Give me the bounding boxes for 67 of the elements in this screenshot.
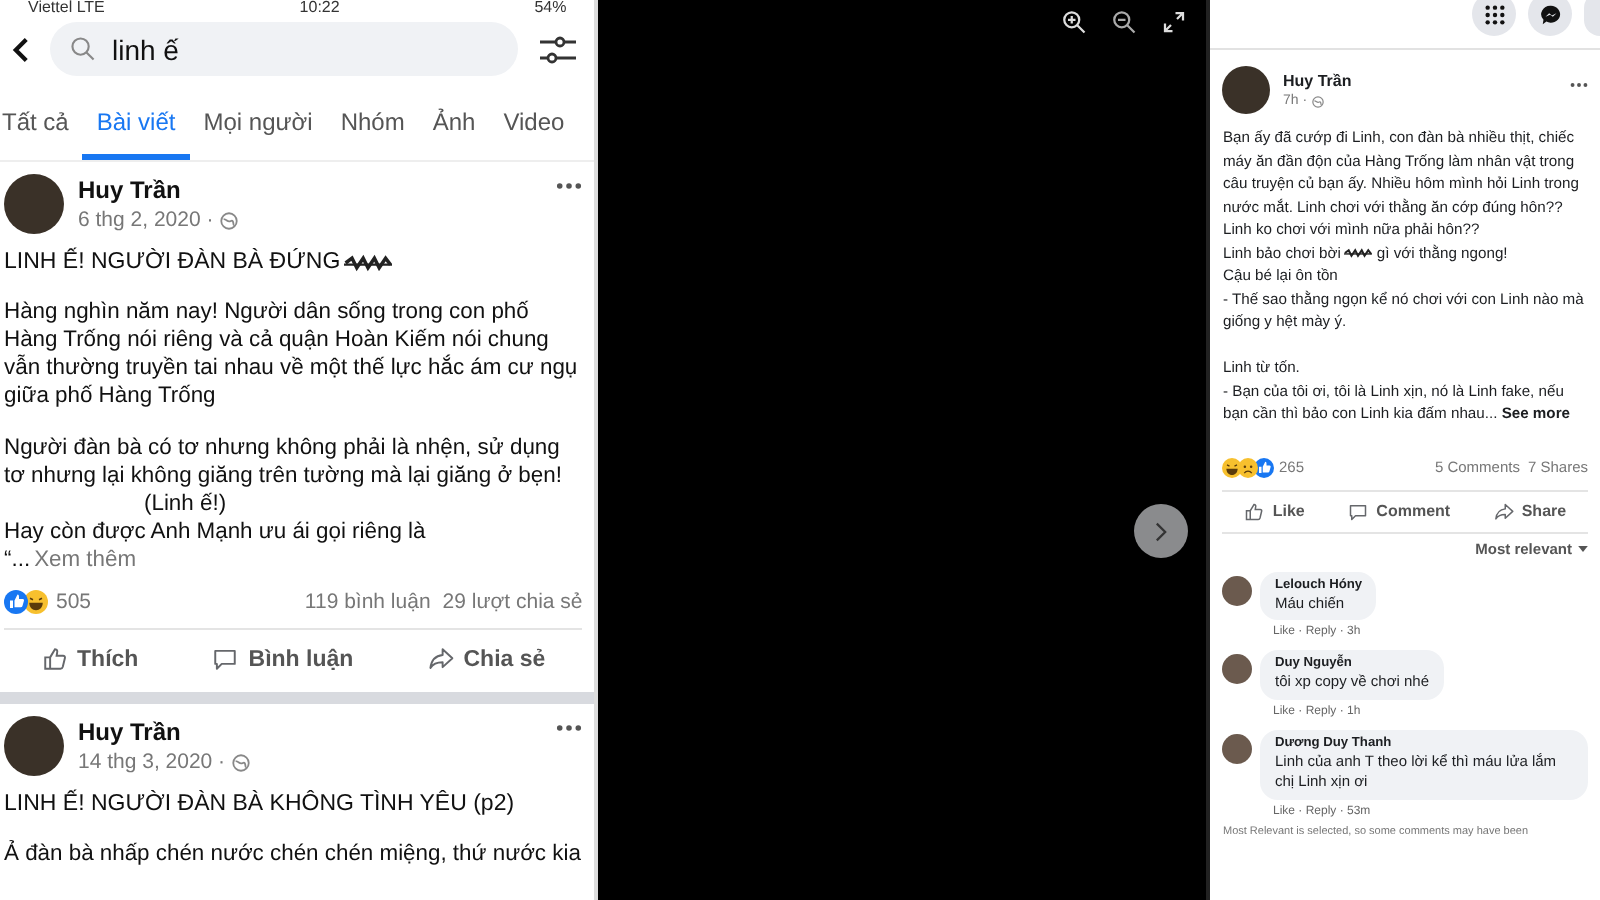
like-button[interactable]: Like xyxy=(1236,497,1313,525)
clock-text: 10:22 xyxy=(299,0,340,16)
laughing-reaction-icon xyxy=(1222,457,1243,477)
thumbs-up-icon xyxy=(41,646,68,672)
zoom-out-icon[interactable] xyxy=(1112,10,1137,34)
filter-tab[interactable]: Video xyxy=(489,100,579,160)
author-name[interactable]: Huy Trần xyxy=(1282,72,1558,90)
filter-tab[interactable]: Mọi người xyxy=(189,100,327,160)
chevron-right-icon xyxy=(1154,521,1169,541)
avatar[interactable] xyxy=(4,174,64,234)
search-field[interactable]: linh ế xyxy=(50,22,519,76)
fullscreen-icon[interactable] xyxy=(1162,10,1187,34)
author-name[interactable]: Huy Trần xyxy=(78,718,543,746)
filter-tab[interactable]: Ảnh xyxy=(418,100,490,160)
speech-bubble-icon xyxy=(1348,501,1369,521)
share-count[interactable]: 29 lượt chia sẻ xyxy=(442,590,583,614)
like-button[interactable]: Thích xyxy=(29,638,151,680)
back-icon[interactable] xyxy=(12,35,30,63)
post-paragraph: Người đàn bà có tơ nhưng không phải là nhện, sử dụng tơ nhưng lại không giăng trên tường mà lại giăng ở bẹn! xyxy=(4,434,564,490)
next-button[interactable] xyxy=(1134,504,1189,558)
post-title: LINH Ế! NGƯỜI ĐÀN BÀ KHÔNG TÌNH YÊU (p2) xyxy=(4,792,515,816)
quote-text: “... xyxy=(4,546,31,574)
post-date: 14 thg 3, 2020 · xyxy=(78,750,226,774)
globe-icon xyxy=(231,753,250,771)
post-paragraph: Hàng nghìn năm nay! Người dân sống trong con phố Hàng Trống nói riêng và cả quận Hoàn Kiếm nói chung vẫn thường truyền tai nhau về một thế lực hắc ám cư ngụ giữa phố Hàng Trống xyxy=(4,298,580,410)
grid-menu-icon[interactable] xyxy=(1483,3,1505,25)
like-reaction-icon xyxy=(1254,457,1275,477)
battery-text: 54% xyxy=(534,0,567,16)
more-icon[interactable] xyxy=(1570,82,1588,88)
globe-icon xyxy=(1311,95,1324,107)
filter-tab[interactable]: Bài viết xyxy=(82,100,190,160)
avatar[interactable] xyxy=(4,716,64,776)
post-title: LINH Ế! NGƯỜI ĐÀN BÀ ĐỨNG xyxy=(4,250,341,274)
share-arrow-icon xyxy=(427,646,454,672)
more-icon[interactable] xyxy=(556,182,583,190)
chat-icon[interactable] xyxy=(1539,3,1561,25)
post-text: (Linh ế!) xyxy=(142,490,227,518)
filter-icon[interactable] xyxy=(538,33,579,65)
laughing-reaction-icon xyxy=(24,590,48,614)
share-button[interactable]: Share xyxy=(1485,497,1575,525)
author-name[interactable]: Huy Trần xyxy=(78,176,543,204)
reaction-count[interactable]: 505 xyxy=(56,590,92,614)
filter-tab[interactable]: Tất cả xyxy=(0,100,83,160)
avatar[interactable] xyxy=(1222,575,1253,605)
avatar[interactable] xyxy=(1222,733,1253,763)
post-paragraph: Ả đàn bà nhấp chén nước chén chén miệng, thứ nước kia xyxy=(4,840,583,868)
caret-icon xyxy=(1578,545,1588,551)
share-button[interactable]: Chia sẻ xyxy=(415,638,558,680)
scribble-mark xyxy=(1344,243,1373,262)
post-text: Hay còn được Anh Mạnh ưu ái gọi riêng là xyxy=(4,518,426,546)
zoom-in-icon[interactable] xyxy=(1062,10,1087,34)
share-arrow-icon xyxy=(1493,501,1514,521)
search-icon xyxy=(70,36,96,62)
comment-button[interactable]: Bình luận xyxy=(200,638,366,680)
avatar[interactable] xyxy=(1222,66,1271,114)
comment-count[interactable]: 119 bình luận xyxy=(304,590,431,614)
see-more-link[interactable]: Xem thêm xyxy=(34,546,137,574)
comment-button[interactable]: Comment xyxy=(1340,497,1459,525)
sad-reaction-icon xyxy=(1238,457,1259,477)
more-icon[interactable] xyxy=(556,724,583,732)
avatar[interactable] xyxy=(1222,654,1253,684)
thumbs-up-icon xyxy=(1244,501,1265,521)
carrier-text: Viettel LTE xyxy=(28,0,105,16)
globe-icon xyxy=(219,211,238,229)
filter-tab[interactable]: Nhóm xyxy=(326,100,419,160)
post-date: 6 thg 2, 2020 · xyxy=(78,208,214,232)
speech-bubble-icon xyxy=(212,646,239,672)
